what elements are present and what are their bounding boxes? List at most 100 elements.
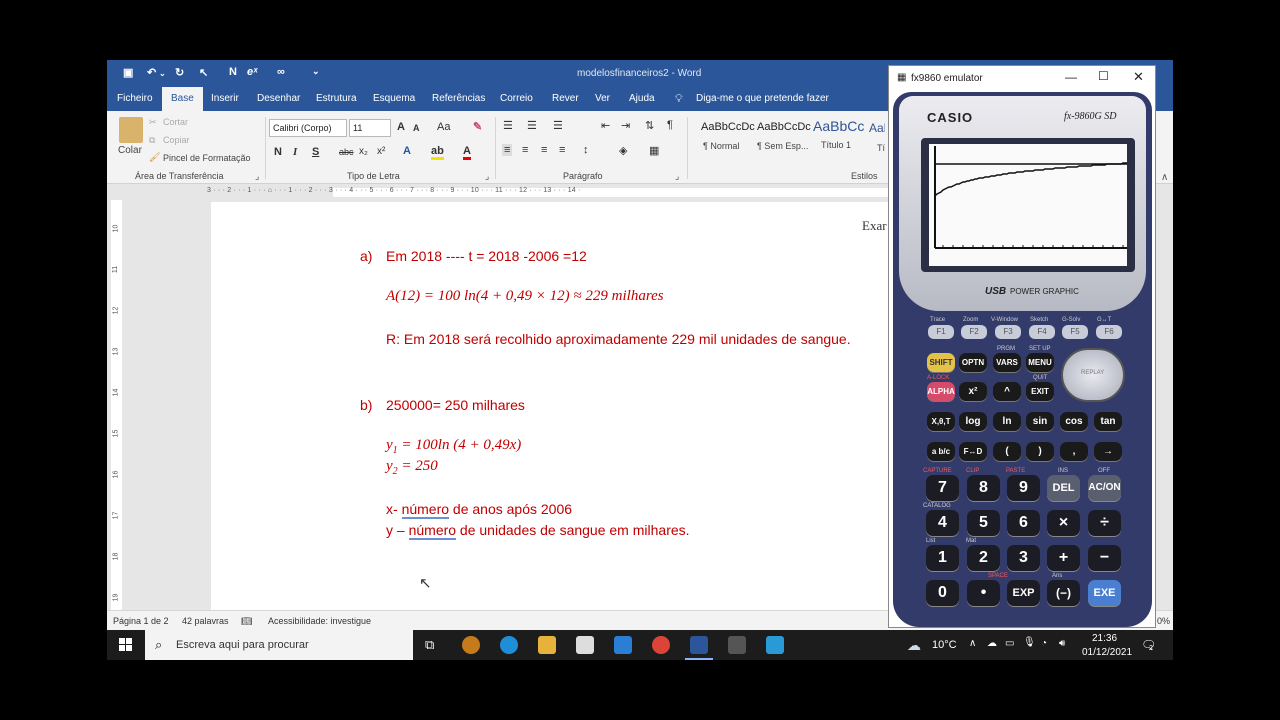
weather-temp[interactable]: 10°C <box>932 639 957 651</box>
superscript-button[interactable]: x² <box>377 146 385 157</box>
xthetat-key[interactable]: X,θ,T <box>927 412 955 431</box>
exe-key[interactable]: EXE <box>1088 580 1121 606</box>
text-effects-icon[interactable]: A <box>403 145 411 157</box>
tab-esquema[interactable]: Esquema <box>373 93 415 104</box>
log-key[interactable]: log <box>959 412 987 431</box>
shrink-font-button[interactable]: A <box>413 123 420 133</box>
undo-icon[interactable]: ↶ <box>147 66 156 79</box>
pointer-icon[interactable]: ↖ <box>199 66 208 79</box>
paste-icon[interactable] <box>119 117 143 143</box>
menu-key[interactable]: MENU <box>1026 353 1054 372</box>
increase-indent-icon[interactable]: ⇥ <box>621 119 630 132</box>
vars-key[interactable]: VARS <box>993 353 1021 372</box>
clock-time[interactable]: 21:36 <box>1092 633 1117 644</box>
tab-ficheiro[interactable]: Ficheiro <box>117 93 153 104</box>
f6-key[interactable]: F6 <box>1096 325 1122 339</box>
tray-app-icon[interactable]: ☁ <box>987 638 997 649</box>
highlight-icon[interactable]: ab <box>431 145 444 160</box>
close-icon[interactable]: ✕ <box>1133 69 1144 85</box>
tab-correio[interactable]: Correio <box>500 93 533 104</box>
tan-key[interactable]: tan <box>1094 412 1122 431</box>
style-no-spacing[interactable]: AaBbCcDc ¶ Sem Esp... <box>757 121 813 161</box>
multiply-key[interactable]: × <box>1047 510 1080 536</box>
tab-estrutura[interactable]: Estrutura <box>316 93 357 104</box>
key-7[interactable]: 7 <box>926 475 959 501</box>
page-count[interactable]: Página 1 de 2 <box>113 616 169 626</box>
align-right-icon[interactable]: ≡ <box>541 144 547 156</box>
battery-icon[interactable]: ▭ <box>1005 638 1014 649</box>
open-paren-key[interactable]: ( <box>993 442 1021 461</box>
close-paren-key[interactable]: ) <box>1026 442 1054 461</box>
customize-icon[interactable]: ⌄ <box>312 66 320 77</box>
maximize-icon[interactable]: ☐ <box>1098 69 1109 83</box>
windows-start-icon[interactable] <box>119 638 133 652</box>
paragraph-dialog-launcher-icon[interactable]: ⌟ <box>675 171 679 182</box>
align-left-icon[interactable]: ≡ <box>502 144 513 156</box>
font-family-combo[interactable]: Calibri (Corpo) <box>269 119 347 137</box>
zoom-level[interactable]: 0% <box>1157 616 1170 626</box>
style-title[interactable]: AaB Tít <box>869 121 885 161</box>
decimal-key[interactable]: • <box>967 580 1000 606</box>
fraction-key[interactable]: a b/c <box>927 442 955 461</box>
network-icon[interactable]: ◔ <box>1041 638 1047 649</box>
subscript-button[interactable]: x₂ <box>359 146 368 157</box>
alpha-key[interactable]: ALPHA <box>927 382 955 401</box>
optn-key[interactable]: OPTN <box>959 353 987 372</box>
shift-key[interactable]: SHIFT <box>927 353 955 372</box>
negative-key[interactable]: (−) <box>1047 580 1080 606</box>
pilcrow-icon[interactable]: ¶ <box>667 119 673 131</box>
key-1[interactable]: 1 <box>926 545 959 571</box>
justify-icon[interactable]: ≡ <box>559 144 565 156</box>
speaker-icon[interactable]: 🔊︎ <box>1059 638 1065 649</box>
font-size-combo[interactable]: 11 <box>349 119 391 137</box>
x-squared-key[interactable]: x² <box>959 382 987 401</box>
cut-button[interactable]: Cortar <box>163 117 188 127</box>
power-key[interactable]: ^ <box>993 382 1021 401</box>
calculator-taskbar-icon[interactable] <box>728 636 746 654</box>
accessibility-status[interactable]: Acessibilidade: investigue <box>268 616 371 626</box>
emulator-window[interactable]: ▦ fx9860 emulator — ☐ ✕ CASIO fx-9860G S… <box>888 65 1156 628</box>
edge-icon[interactable] <box>500 636 518 654</box>
shading-icon[interactable]: ◈ <box>619 144 627 157</box>
bold-button[interactable]: N <box>274 146 282 158</box>
app-taskbar-icon[interactable] <box>766 636 784 654</box>
key-0[interactable]: 0 <box>926 580 959 606</box>
clock-date[interactable]: 01/12/2021 <box>1082 647 1132 658</box>
redo-icon[interactable]: ↻ <box>175 66 184 79</box>
style-heading-1[interactable]: AaBbCc Título 1 <box>813 118 869 161</box>
f2-key[interactable]: F2 <box>961 325 987 339</box>
tab-referencias[interactable]: Referências <box>432 93 485 104</box>
key-5[interactable]: 5 <box>967 510 1000 536</box>
minus-key[interactable]: − <box>1088 545 1121 571</box>
key-8[interactable]: 8 <box>967 475 1000 501</box>
mail-icon[interactable] <box>614 636 632 654</box>
key-3[interactable]: 3 <box>1007 545 1040 571</box>
numbering-icon[interactable]: ☰ <box>527 119 537 132</box>
f3-key[interactable]: F3 <box>995 325 1021 339</box>
new-button[interactable]: N <box>229 66 237 78</box>
word-taskbar-icon[interactable] <box>690 636 708 654</box>
multilevel-icon[interactable]: ☰ <box>553 119 563 132</box>
font-dialog-launcher-icon[interactable]: ⌟ <box>485 171 489 182</box>
plus-key[interactable]: + <box>1047 545 1080 571</box>
f4-key[interactable]: F4 <box>1029 325 1055 339</box>
exp-key[interactable]: EXP <box>1007 580 1040 606</box>
decrease-indent-icon[interactable]: ⇤ <box>601 119 610 132</box>
f-d-key[interactable]: F↔D <box>959 442 987 461</box>
tab-ajuda[interactable]: Ajuda <box>629 93 655 104</box>
tab-inserir[interactable]: Inserir <box>211 93 239 104</box>
divide-key[interactable]: ÷ <box>1088 510 1121 536</box>
replay-pad[interactable]: REPLAY <box>1061 348 1125 402</box>
store-icon[interactable] <box>576 636 594 654</box>
file-explorer-icon[interactable] <box>538 636 556 654</box>
del-key[interactable]: DEL <box>1047 475 1080 501</box>
minimize-icon[interactable]: — <box>1065 70 1077 84</box>
assign-arrow-key[interactable]: → <box>1094 442 1122 461</box>
chrome-icon[interactable] <box>652 636 670 654</box>
proofing-icon[interactable]: 📖︎ <box>241 616 252 627</box>
tab-ver[interactable]: Ver <box>595 93 610 104</box>
key-4[interactable]: 4 <box>926 510 959 536</box>
dialog-launcher-icon[interactable]: ⌟ <box>255 171 259 182</box>
tell-me-search[interactable]: Diga-me o que pretende fazer <box>696 93 829 104</box>
sin-key[interactable]: sin <box>1026 412 1054 431</box>
